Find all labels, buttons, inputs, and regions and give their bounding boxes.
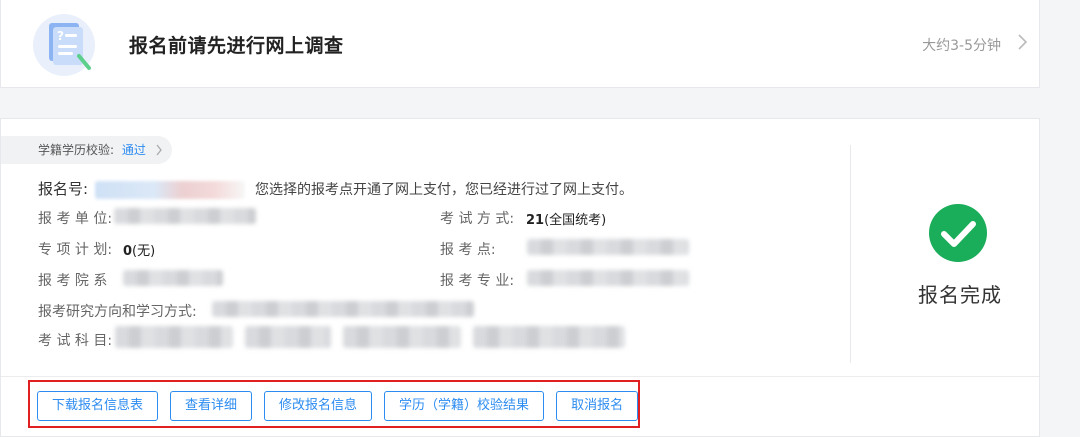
check-circle-icon [929, 204, 987, 262]
chevron-right-icon[interactable] [1013, 32, 1031, 52]
special-plan-code: 0 [123, 244, 133, 259]
edit-registration-button[interactable]: 修改报名信息 [264, 391, 373, 421]
field-value-exam-method: 21(全国统考) [526, 209, 606, 228]
field-label-exam-method: 考 试 方 式: [440, 211, 515, 227]
field-label-unit: 报 考 单 位: [38, 211, 113, 227]
field-label-exam-site: 报 考 点: [440, 242, 496, 258]
field-value-exam-site-redacted [527, 239, 689, 255]
registration-status-text: 报名完成 [918, 283, 1002, 307]
exam-method-code: 21 [526, 213, 545, 228]
registration-number-redacted [94, 181, 245, 199]
survey-document-icon: ? [33, 14, 95, 76]
verification-status-link[interactable]: 通过 [122, 143, 146, 157]
subject-4-redacted [473, 326, 625, 348]
field-value-special-plan: 0(无) [123, 240, 155, 259]
subject-2-redacted [245, 326, 331, 348]
field-value-research-direction-redacted [212, 301, 474, 317]
survey-title: 报名前请先进行网上调查 [129, 35, 344, 57]
column-divider [850, 145, 851, 363]
field-value-major-redacted [527, 270, 689, 286]
verification-result-button[interactable]: 学历（学籍）校验结果 [384, 391, 545, 421]
action-buttons: 下载报名信息表 查看详细 修改报名信息 学历（学籍）校验结果 取消报名 [37, 391, 639, 421]
field-label-department: 报 考 院 系 [38, 273, 108, 289]
special-plan-text: (无) [132, 244, 156, 259]
registration-number-label: 报名号: [38, 180, 89, 198]
field-label-special-plan: 专 项 计 划: [38, 242, 113, 258]
svg-text:?: ? [57, 29, 64, 43]
field-label-subjects: 考 试 科 目: [38, 333, 113, 349]
actions-divider [1, 376, 1039, 377]
field-label-research-direction: 报考研究方向和学习方式: [38, 304, 197, 320]
survey-banner[interactable]: ? 报名前请先进行网上调查 大约3-5分钟 [0, 0, 1040, 88]
view-details-button[interactable]: 查看详细 [170, 391, 253, 421]
payment-notice: 您选择的报考点开通了网上支付，您已经进行过了网上支付。 [254, 182, 633, 198]
field-label-major: 报 考 专 业: [440, 273, 515, 289]
subject-1-redacted [115, 326, 233, 348]
survey-duration: 大约3-5分钟 [922, 38, 1001, 54]
field-value-unit-redacted [114, 208, 256, 224]
cancel-registration-button[interactable]: 取消报名 [556, 391, 639, 421]
chevron-right-icon [156, 144, 162, 156]
verification-tag[interactable]: 学籍学历校验: 通过 [1, 136, 172, 164]
field-value-department-redacted [123, 270, 223, 286]
registration-number-line: 报名号: 您选择的报考点开通了网上支付，您已经进行过了网上支付。 [38, 178, 633, 199]
subject-3-redacted [343, 326, 461, 348]
exam-method-text: (全国统考) [544, 213, 607, 228]
verification-label: 学籍学历校验: [38, 143, 115, 157]
download-registration-form-button[interactable]: 下载报名信息表 [37, 391, 159, 421]
